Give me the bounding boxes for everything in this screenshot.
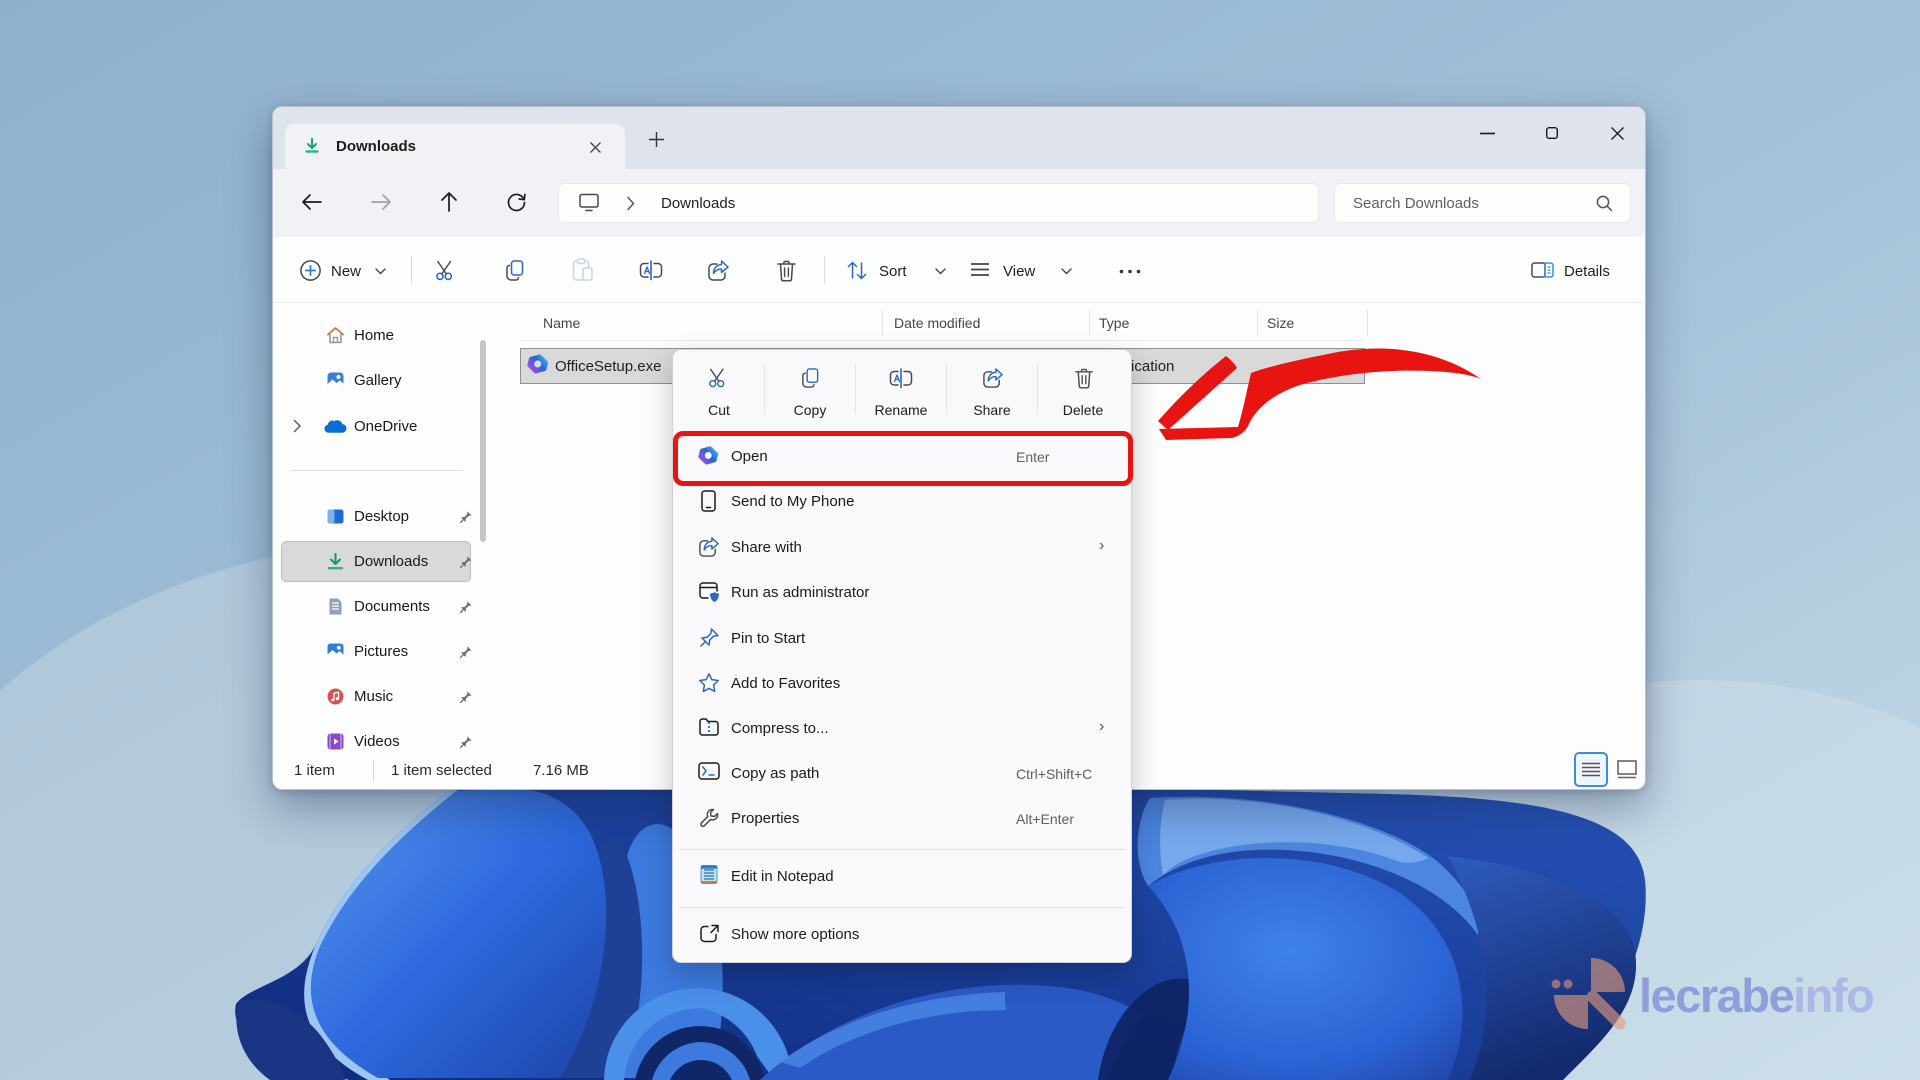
svg-text:lecrabeinfo: lecrabeinfo — [1639, 969, 1873, 1022]
